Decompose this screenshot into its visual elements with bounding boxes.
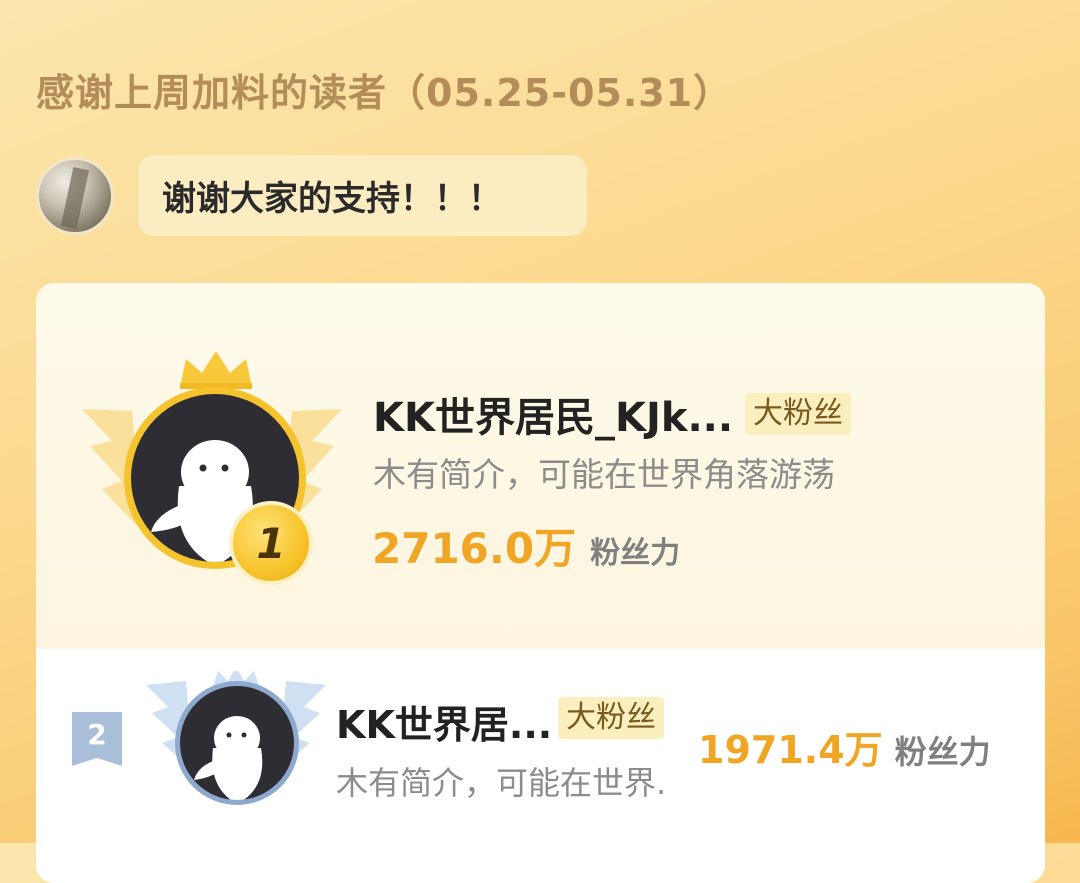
- fan-power: 1971.4万 粉丝力: [698, 719, 991, 774]
- fan-power-label: 粉丝力: [590, 536, 681, 571]
- ranking-card: 1 KK世界居民_KJk... 大粉丝 木有简介，可能在世界角落游荡 2716.…: [36, 283, 1045, 883]
- fan-power-value: 2716.0万: [372, 524, 577, 573]
- user-bio: 木有简介，可能在世界.: [336, 764, 667, 802]
- ranking-item-1[interactable]: 1 KK世界居民_KJk... 大粉丝 木有简介，可能在世界角落游荡 2716.…: [36, 283, 1045, 649]
- fan-level-badge: 大粉丝: [558, 697, 664, 739]
- author-message-text: 谢谢大家的支持！！！: [162, 179, 502, 219]
- ranking-item-2[interactable]: 2 KK世界居... 大粉丝 木有简介，可能在世界. 1971.4万 粉丝力: [36, 649, 1045, 883]
- author-avatar[interactable]: [36, 157, 114, 235]
- user-avatar[interactable]: [175, 681, 299, 805]
- fan-power-label: 粉丝力: [894, 733, 991, 771]
- page-title: 感谢上周加料的读者（05.25-05.31）: [36, 71, 733, 115]
- user-bio: 木有简介，可能在世界角落游荡: [373, 455, 835, 494]
- fan-level-badge: 大粉丝: [745, 393, 851, 435]
- user-name[interactable]: KK世界居民_KJk...: [373, 385, 733, 443]
- rank-medal: 1: [229, 501, 313, 585]
- author-message-bubble: 谢谢大家的支持！！！: [138, 155, 587, 236]
- crown-icon: [180, 351, 252, 389]
- fan-power: 2716.0万 粉丝力: [372, 515, 680, 576]
- fan-power-value: 1971.4万: [698, 728, 883, 772]
- user-name[interactable]: KK世界居...: [336, 694, 552, 749]
- ghost-avatar-icon: [194, 716, 263, 800]
- rank-tag: 2: [72, 712, 122, 766]
